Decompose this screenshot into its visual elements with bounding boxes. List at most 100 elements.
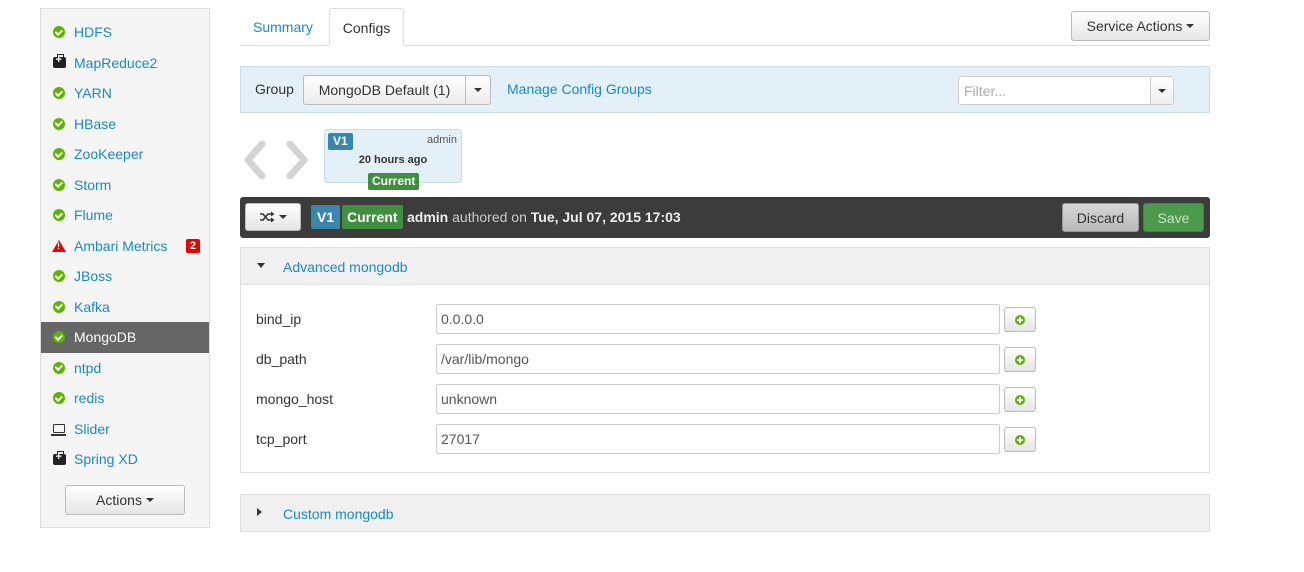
service-item-hdfs[interactable]: HDFS [41,17,209,48]
check-circle-icon [52,208,66,222]
discard-button[interactable]: Discard [1062,203,1139,232]
bind-ip-input[interactable] [436,304,1000,334]
plus-circle-icon [1015,354,1025,365]
property-row-db-path: db_path [241,344,1209,376]
caret-down-icon [1158,88,1166,93]
property-label: bind_ip [256,311,302,327]
plus-circle-icon [1015,314,1025,325]
check-circle-icon [52,391,66,405]
filter-dropdown-toggle[interactable] [1150,77,1173,104]
service-item-ntpd[interactable]: ntpd [41,353,209,384]
config-group-bar: Group MongoDB Default (1) Manage Config … [240,66,1210,113]
triangle-right-icon [257,508,262,516]
filter-input[interactable] [959,77,1150,104]
version-author: admin [427,134,457,146]
add-override-button[interactable] [1004,427,1036,452]
plus-circle-icon [1015,394,1025,405]
service-label: HDFS [74,24,113,41]
warning-icon [52,239,66,253]
service-item-spring-xd[interactable]: Spring XD [41,444,209,475]
caret-down-icon [474,88,482,92]
config-group-value[interactable]: MongoDB Default (1) [304,76,466,104]
tab-summary[interactable]: Summary [240,8,326,46]
section-body-advanced-mongodb: bind_ip db_path mongo_host tcp_port [240,285,1210,473]
compare-versions-button[interactable] [245,203,301,231]
service-item-slider[interactable]: Slider [41,414,209,445]
version-author: admin [407,209,449,225]
service-item-hbase[interactable]: HBase [41,109,209,140]
service-tabs: Summary Configs Service Actions [240,8,1210,46]
check-circle-icon [52,361,66,375]
service-item-flume[interactable]: Flume [41,200,209,231]
service-label: MapReduce2 [74,54,158,71]
db-path-input[interactable] [436,344,1000,374]
check-circle-icon [52,117,66,131]
service-label: MongoDB [74,329,137,346]
section-header-advanced-mongodb[interactable]: Advanced mongodb [240,247,1210,285]
version-badge: V1 [311,205,341,229]
mongo-host-input[interactable] [436,384,1000,414]
config-group-select[interactable]: MongoDB Default (1) [303,75,491,105]
service-label: redis [74,390,105,407]
service-label: Kafka [74,298,110,315]
actions-label: Actions [96,492,142,508]
property-label: db_path [256,351,307,367]
property-label: tcp_port [256,431,307,447]
plus-circle-icon [1015,434,1025,445]
medkit-icon [52,54,66,70]
current-badge: Current [342,205,403,229]
current-badge: Current [368,173,420,190]
service-item-redis[interactable]: redis [41,383,209,414]
service-label: ntpd [74,359,102,376]
tcp-port-input[interactable] [436,424,1000,454]
section-title[interactable]: Custom mongodb [283,506,394,522]
add-override-button[interactable] [1004,387,1036,412]
check-circle-icon [52,178,66,192]
next-version-chevron[interactable] [282,140,312,180]
service-label: Storm [74,176,112,193]
property-row-mongo-host: mongo_host [241,384,1209,416]
check-circle-icon [52,25,66,39]
chevron-right-icon [286,140,308,180]
version-date: Tue, Jul 07, 2015 17:03 [530,209,681,225]
version-card[interactable]: V1 admin 20 hours ago Current [324,129,462,190]
config-group-dropdown-toggle[interactable] [466,76,490,104]
alert-count-badge: 2 [185,238,200,253]
triangle-down-icon [257,263,265,268]
service-item-storm[interactable]: Storm [41,170,209,201]
service-label: Spring XD [74,451,138,468]
service-label: Ambari Metrics [74,237,168,254]
add-override-button[interactable] [1004,347,1036,372]
check-circle-icon [52,86,66,100]
service-item-mapreduce2[interactable]: MapReduce2 [41,48,209,79]
service-item-kafka[interactable]: Kafka [41,292,209,323]
property-row-bind-ip: bind_ip [241,304,1209,336]
section-header-custom-mongodb[interactable]: Custom mongodb [240,494,1210,532]
add-override-button[interactable] [1004,307,1036,332]
section-title[interactable]: Advanced mongodb [283,259,408,275]
authored-on-text: authored on [452,209,527,225]
previous-version-chevron[interactable] [240,140,270,180]
service-list: HDFS MapReduce2 YARN HBase ZooKeeper Sto… [41,9,209,475]
property-row-tcp-port: tcp_port [241,424,1209,456]
caret-down-icon [145,498,154,502]
manage-config-groups-link[interactable]: Manage Config Groups [507,81,652,97]
service-label: JBoss [74,268,113,285]
check-circle-icon [52,330,66,344]
service-label: Slider [74,420,110,437]
group-label: Group [255,81,294,97]
version-description: admin authored on Tue, Jul 07, 2015 17:0… [407,209,681,225]
service-item-jboss[interactable]: JBoss [41,261,209,292]
tab-configs[interactable]: Configs [329,8,404,46]
check-circle-icon [52,147,66,161]
service-item-mongodb[interactable]: MongoDB [41,322,209,353]
service-item-zookeeper[interactable]: ZooKeeper [41,139,209,170]
save-button[interactable]: Save [1143,203,1204,232]
chevron-left-icon [244,140,266,180]
check-circle-icon [52,300,66,314]
service-actions-button[interactable]: Service Actions [1071,11,1210,41]
service-item-ambari-metrics[interactable]: Ambari Metrics 2 [41,231,209,262]
service-item-yarn[interactable]: YARN [41,78,209,109]
actions-button[interactable]: Actions [65,485,185,515]
service-label: HBase [74,115,117,132]
